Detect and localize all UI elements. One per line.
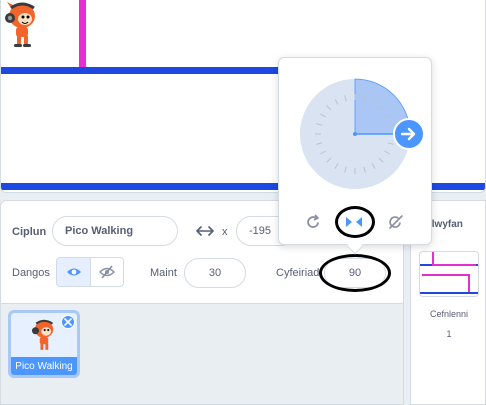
show-label: Dangos [12,267,50,279]
sprite-name-value: Pico Walking [65,225,134,237]
dial-center [353,132,357,136]
rotation-dont-rotate-button[interactable] [384,210,408,234]
arrow-right-icon [401,127,416,141]
sprite-tile-name: Pico Walking [15,361,73,372]
visibility-toggle [56,257,124,287]
eye-icon [66,268,81,276]
sprite-label: Ciplun [12,226,47,238]
close-icon [64,318,72,326]
backdrops-count: 1 [446,329,452,339]
sprite-name-input[interactable]: Pico Walking [52,216,178,246]
arrows-horizontal-icon [196,226,214,236]
size-value: 30 [208,267,222,279]
direction-handle[interactable] [393,118,425,150]
x-label: x [222,226,228,238]
eye-slash-icon [99,265,115,279]
pico-thumbnail-image [31,319,54,350]
flip-horizontal-icon [346,217,362,227]
size-input[interactable]: 30 [184,258,246,288]
hide-button[interactable] [90,258,123,286]
x-value: -195 [249,225,272,237]
size-label: Maint [150,267,177,279]
stage-top-blue-line [1,67,301,74]
backdrop-thumbnail [419,251,479,297]
rotation-all-around-button[interactable] [302,210,326,234]
direction-value: 90 [348,267,362,279]
show-button[interactable] [57,258,90,286]
scratch-editor: Ciplun Pico Walking x -195 Dangos Maint … [0,0,486,405]
no-rotate-icon [389,215,403,229]
stage-pane-title: llwyfan [429,219,463,230]
direction-label: Cyfeiriad [276,267,320,279]
stage-magenta-line [79,0,86,69]
direction-input[interactable]: 90 [324,258,386,288]
pico-sprite-on-stage[interactable] [1,0,43,48]
backdrop-thumbnail-image [420,252,478,294]
rotate-icon [307,214,319,228]
delete-sprite-button[interactable] [61,315,75,329]
backdrops-label: Cefnlenni [429,309,469,319]
rotation-left-right-button[interactable] [342,210,366,234]
